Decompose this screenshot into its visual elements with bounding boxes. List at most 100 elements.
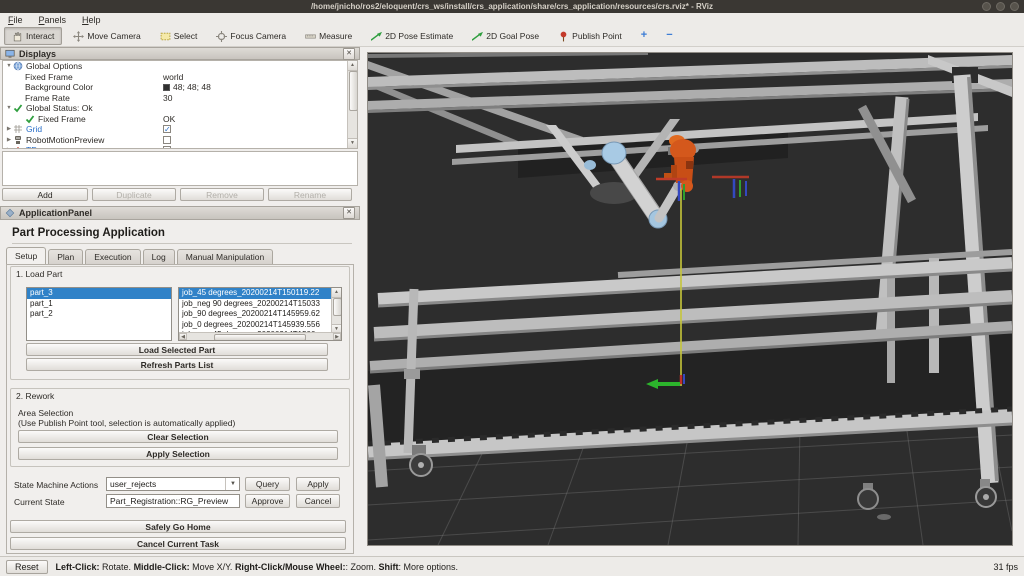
list-item[interactable]: part_2	[27, 309, 171, 320]
list-item[interactable]: part_3	[27, 288, 171, 299]
tool-publish-point[interactable]: Publish Point	[550, 27, 630, 45]
current-state-field[interactable]: Part_Registration::RG_Preview	[106, 494, 240, 508]
display-row-label: RobotMotionPreview	[26, 135, 104, 145]
apply-button[interactable]: Apply	[296, 477, 340, 491]
list-item[interactable]: job_0 degrees_20200214T145939.556	[179, 320, 333, 331]
tab-manual-manipulation[interactable]: Manual Manipulation	[177, 249, 273, 264]
tool-move-camera[interactable]: Move Camera	[65, 27, 148, 45]
menu-item-panels[interactable]: Panels	[39, 15, 67, 25]
maximize-button[interactable]	[996, 2, 1005, 11]
list-item[interactable]: job_90 degrees_20200214T145959.62	[179, 309, 333, 320]
selected-action: user_rejects	[110, 479, 156, 489]
scroll-right-icon[interactable]: ▶	[333, 333, 341, 340]
tool-label: Focus Camera	[230, 31, 286, 41]
display-row-label: Fixed Frame	[38, 114, 86, 124]
duplicate-display-button[interactable]: Duplicate	[92, 188, 176, 201]
tab-setup[interactable]: Setup	[6, 247, 46, 264]
minimize-button[interactable]	[982, 2, 991, 11]
application-panel-header[interactable]: ApplicationPanel ✕	[0, 206, 360, 220]
display-row[interactable]: Background Color48; 48; 48	[3, 82, 349, 93]
query-button[interactable]: Query	[245, 477, 290, 491]
cancel-current-task-button[interactable]: Cancel Current Task	[10, 537, 346, 550]
tool-2d-goal-pose[interactable]: 2D Goal Pose	[464, 27, 547, 45]
list-item[interactable]: job_neg 90 degrees_20200214T15033	[179, 299, 333, 310]
application-panel-close-icon[interactable]: ✕	[343, 207, 355, 219]
load-part-title: 1. Load Part	[16, 269, 62, 279]
rename-display-button[interactable]: Rename	[268, 188, 352, 201]
globe-icon	[13, 61, 23, 71]
scroll-thumb[interactable]	[349, 71, 358, 111]
clear-selection-button[interactable]: Clear Selection	[18, 430, 338, 443]
tool-label: Move Camera	[87, 31, 140, 41]
job-list-scrollbar[interactable]: ▲ ▼	[331, 288, 341, 334]
tool-label: Measure	[319, 31, 352, 41]
expander-icon[interactable]: ▶	[5, 137, 13, 143]
cancel-button[interactable]: Cancel	[296, 494, 340, 508]
display-row[interactable]: Fixed Frameworld	[3, 72, 349, 83]
part-list[interactable]: part_3part_1part_2	[26, 287, 172, 341]
refresh-parts-list-button[interactable]: Refresh Parts List	[26, 358, 328, 371]
display-checkbox[interactable]	[163, 136, 171, 144]
safely-go-home-button[interactable]: Safely Go Home	[10, 520, 346, 533]
display-row[interactable]: ▼Global Options	[3, 61, 349, 72]
red-pin-icon	[558, 31, 569, 42]
tool-interact[interactable]: Interact	[4, 27, 62, 45]
scroll-down-icon[interactable]: ▼	[348, 138, 357, 148]
expander-icon[interactable]: ▶	[5, 126, 13, 132]
select-icon	[160, 31, 171, 42]
tool-focus-camera[interactable]: Focus Camera	[208, 27, 294, 45]
list-item[interactable]: job_45 degrees_20200214T150119.22	[179, 288, 333, 299]
display-row[interactable]: Frame Rate30	[3, 93, 349, 104]
green-arrow-icon	[371, 31, 382, 42]
display-row[interactable]: ▶Grid✓	[3, 124, 349, 135]
display-row[interactable]: ▶ RobotMotionPreview	[3, 135, 349, 146]
3d-viewport[interactable]	[367, 52, 1013, 546]
scroll-up-icon[interactable]: ▲	[348, 61, 357, 71]
list-item[interactable]: part_1	[27, 299, 171, 310]
tab-plan[interactable]: Plan	[48, 249, 83, 264]
display-row[interactable]: Fixed FrameOK	[3, 114, 349, 125]
scroll-up-icon[interactable]: ▲	[332, 288, 341, 298]
apply-selection-button[interactable]: Apply Selection	[18, 447, 338, 460]
expander-icon[interactable]: ▶	[5, 147, 13, 149]
hand-icon	[12, 31, 23, 42]
menu-item-file[interactable]: File	[8, 15, 23, 25]
load-selected-part-button[interactable]: Load Selected Part	[26, 343, 328, 356]
job-list-hscrollbar[interactable]: ◀ ▶	[179, 332, 341, 340]
tab-bar: SetupPlanExecutionLogManual Manipulation	[6, 249, 354, 264]
display-checkbox[interactable]: ✓	[163, 146, 171, 149]
menu-item-help[interactable]: Help	[82, 15, 101, 25]
job-list[interactable]: job_45 degrees_20200214T150119.22job_neg…	[178, 287, 342, 341]
remove-tool-button[interactable]: −	[658, 28, 680, 44]
displays-panel-header[interactable]: Displays ✕	[0, 47, 360, 60]
scroll-left-icon[interactable]: ◀	[179, 333, 187, 340]
display-row-value: 30	[163, 93, 172, 103]
scroll-thumb[interactable]	[214, 334, 306, 341]
expander-icon[interactable]: ▼	[5, 105, 13, 111]
add-tool-button[interactable]: +	[633, 28, 655, 44]
scroll-thumb[interactable]	[333, 298, 342, 316]
display-row[interactable]: ▶TF✓	[3, 145, 349, 149]
add-display-button[interactable]: Add	[2, 188, 88, 201]
menu-bar: File Panels Help	[0, 13, 1024, 26]
expander-icon[interactable]: ▼	[5, 63, 13, 69]
close-button[interactable]	[1010, 2, 1019, 11]
reset-button[interactable]: Reset	[6, 560, 48, 574]
tool-measure[interactable]: Measure	[297, 27, 360, 45]
display-checkbox[interactable]: ✓	[163, 125, 171, 133]
approve-button[interactable]: Approve	[245, 494, 290, 508]
window-titlebar[interactable]: /home/jnicho/ros2/eloquent/crs_ws/instal…	[0, 0, 1024, 13]
display-row[interactable]: ▼Global Status: Ok	[3, 103, 349, 114]
fps-counter: 31 fps	[993, 562, 1018, 572]
tool-2d-pose-estimate[interactable]: 2D Pose Estimate	[363, 27, 461, 45]
tab-log[interactable]: Log	[143, 249, 175, 264]
tab-execution[interactable]: Execution	[85, 249, 140, 264]
mouse-help-text: Left-Click: Rotate. Middle-Click: Move X…	[56, 562, 458, 572]
remove-display-button[interactable]: Remove	[180, 188, 264, 201]
tool-select[interactable]: Select	[152, 27, 206, 45]
tool-label: 2D Pose Estimate	[385, 31, 453, 41]
displays-close-icon[interactable]: ✕	[343, 48, 355, 60]
application-panel-title: ApplicationPanel	[19, 208, 92, 218]
displays-scrollbar[interactable]: ▲ ▼	[347, 61, 357, 148]
state-machine-actions-select[interactable]: user_rejects ▼	[106, 477, 240, 491]
